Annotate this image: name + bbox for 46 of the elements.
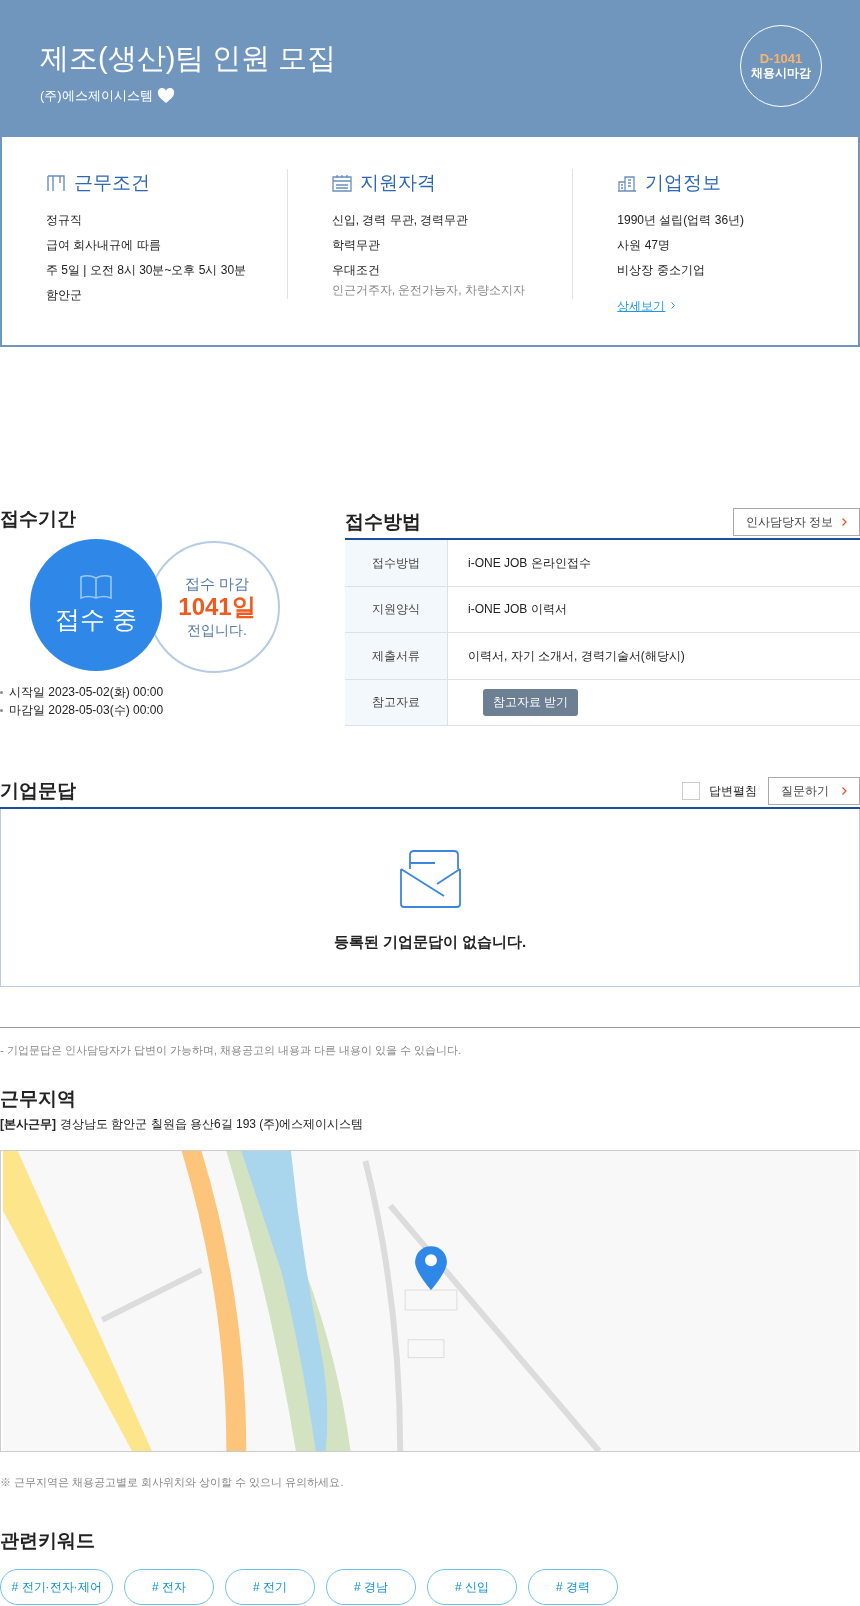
badge-label: 채용시마감: [751, 66, 811, 81]
job-title: 제조(생산)팀 인원 모집: [40, 41, 337, 76]
section-heading: 근무조건: [74, 171, 150, 195]
empty-message: 등록된 기업문답이 없습니다.: [333, 932, 527, 952]
section-heading: 지원자격: [359, 171, 436, 195]
ask-button[interactable]: 질문하기: [768, 777, 860, 805]
status-text: 접수 중: [55, 604, 137, 635]
dday-text: D-1041: [759, 51, 803, 66]
info-text: 비상장 중소기업: [617, 261, 706, 279]
deadline-suffix: 전입니다.: [187, 621, 247, 639]
expand-label: 답변펼침: [709, 783, 757, 800]
info-text: 급여 회사내규에 따름: [46, 236, 162, 254]
location-note: ※ 근무지역은 채용공고별로 회사위치와 상이할 수 있으니 유의하세요.: [0, 1476, 344, 1488]
address-tag: [본사근무]: [0, 1115, 56, 1133]
section-title: 관련키워드: [0, 1529, 96, 1553]
date-text: 마감일 2028-05-03(수) 00:00: [9, 702, 164, 719]
row-label: 접수방법: [345, 540, 448, 586]
section-title: 기업문답: [0, 779, 76, 803]
info-text: 주 5일 | 오전 8시 30분~오후 5시 30분: [46, 261, 248, 279]
section-title: 근무지역: [0, 1087, 77, 1111]
row-value: i-ONE JOB 온라인접수: [468, 554, 591, 572]
info-text: 사원 47명: [617, 236, 672, 254]
info-text: 신입, 경력 무관, 경력무관: [331, 211, 470, 229]
info-text: 학력무관: [331, 236, 381, 254]
row-value: 이력서, 자기 소개서, 경력기술서(해당시): [468, 647, 685, 665]
date-text: 시작일 2023-05-02(화) 00:00: [9, 684, 164, 701]
row-label: 참고자료: [345, 679, 448, 725]
address-text: 경상남도 함안군 칠원읍 용산6길 193 (주)에스제이시스템: [60, 1116, 364, 1133]
info-text: 정규직: [46, 211, 83, 229]
qna-note: - 기업문답은 인사담당자가 답변이 가능하며, 채용공고의 내용과 다른 내용이 있을 수 있습니다.: [0, 1044, 462, 1056]
deadline-days: 1041일: [178, 593, 256, 621]
detail-link[interactable]: 상세보기: [617, 296, 666, 315]
section-title: 접수방법: [345, 510, 421, 534]
company-name: (주)에스제이시스템: [40, 87, 153, 105]
download-button[interactable]: 참고자료 받기: [483, 688, 579, 716]
section-title: 접수기간: [0, 507, 77, 531]
section-heading: 기업정보: [645, 171, 722, 195]
info-text: 우대조건: [331, 261, 381, 279]
preference-text: 인근거주자, 운전가능자, 차량소지자: [331, 282, 526, 297]
row-value: i-ONE JOB 이력서: [468, 601, 567, 619]
contact-button[interactable]: 인사담당자 정보: [733, 508, 860, 536]
row-label: 제출서류: [345, 633, 448, 679]
info-text: 1990년 설립(업력 36년): [617, 211, 746, 229]
info-text: 함안군: [46, 286, 83, 304]
deadline-label: 접수 마감: [184, 575, 250, 593]
row-label: 지원양식: [345, 586, 448, 632]
